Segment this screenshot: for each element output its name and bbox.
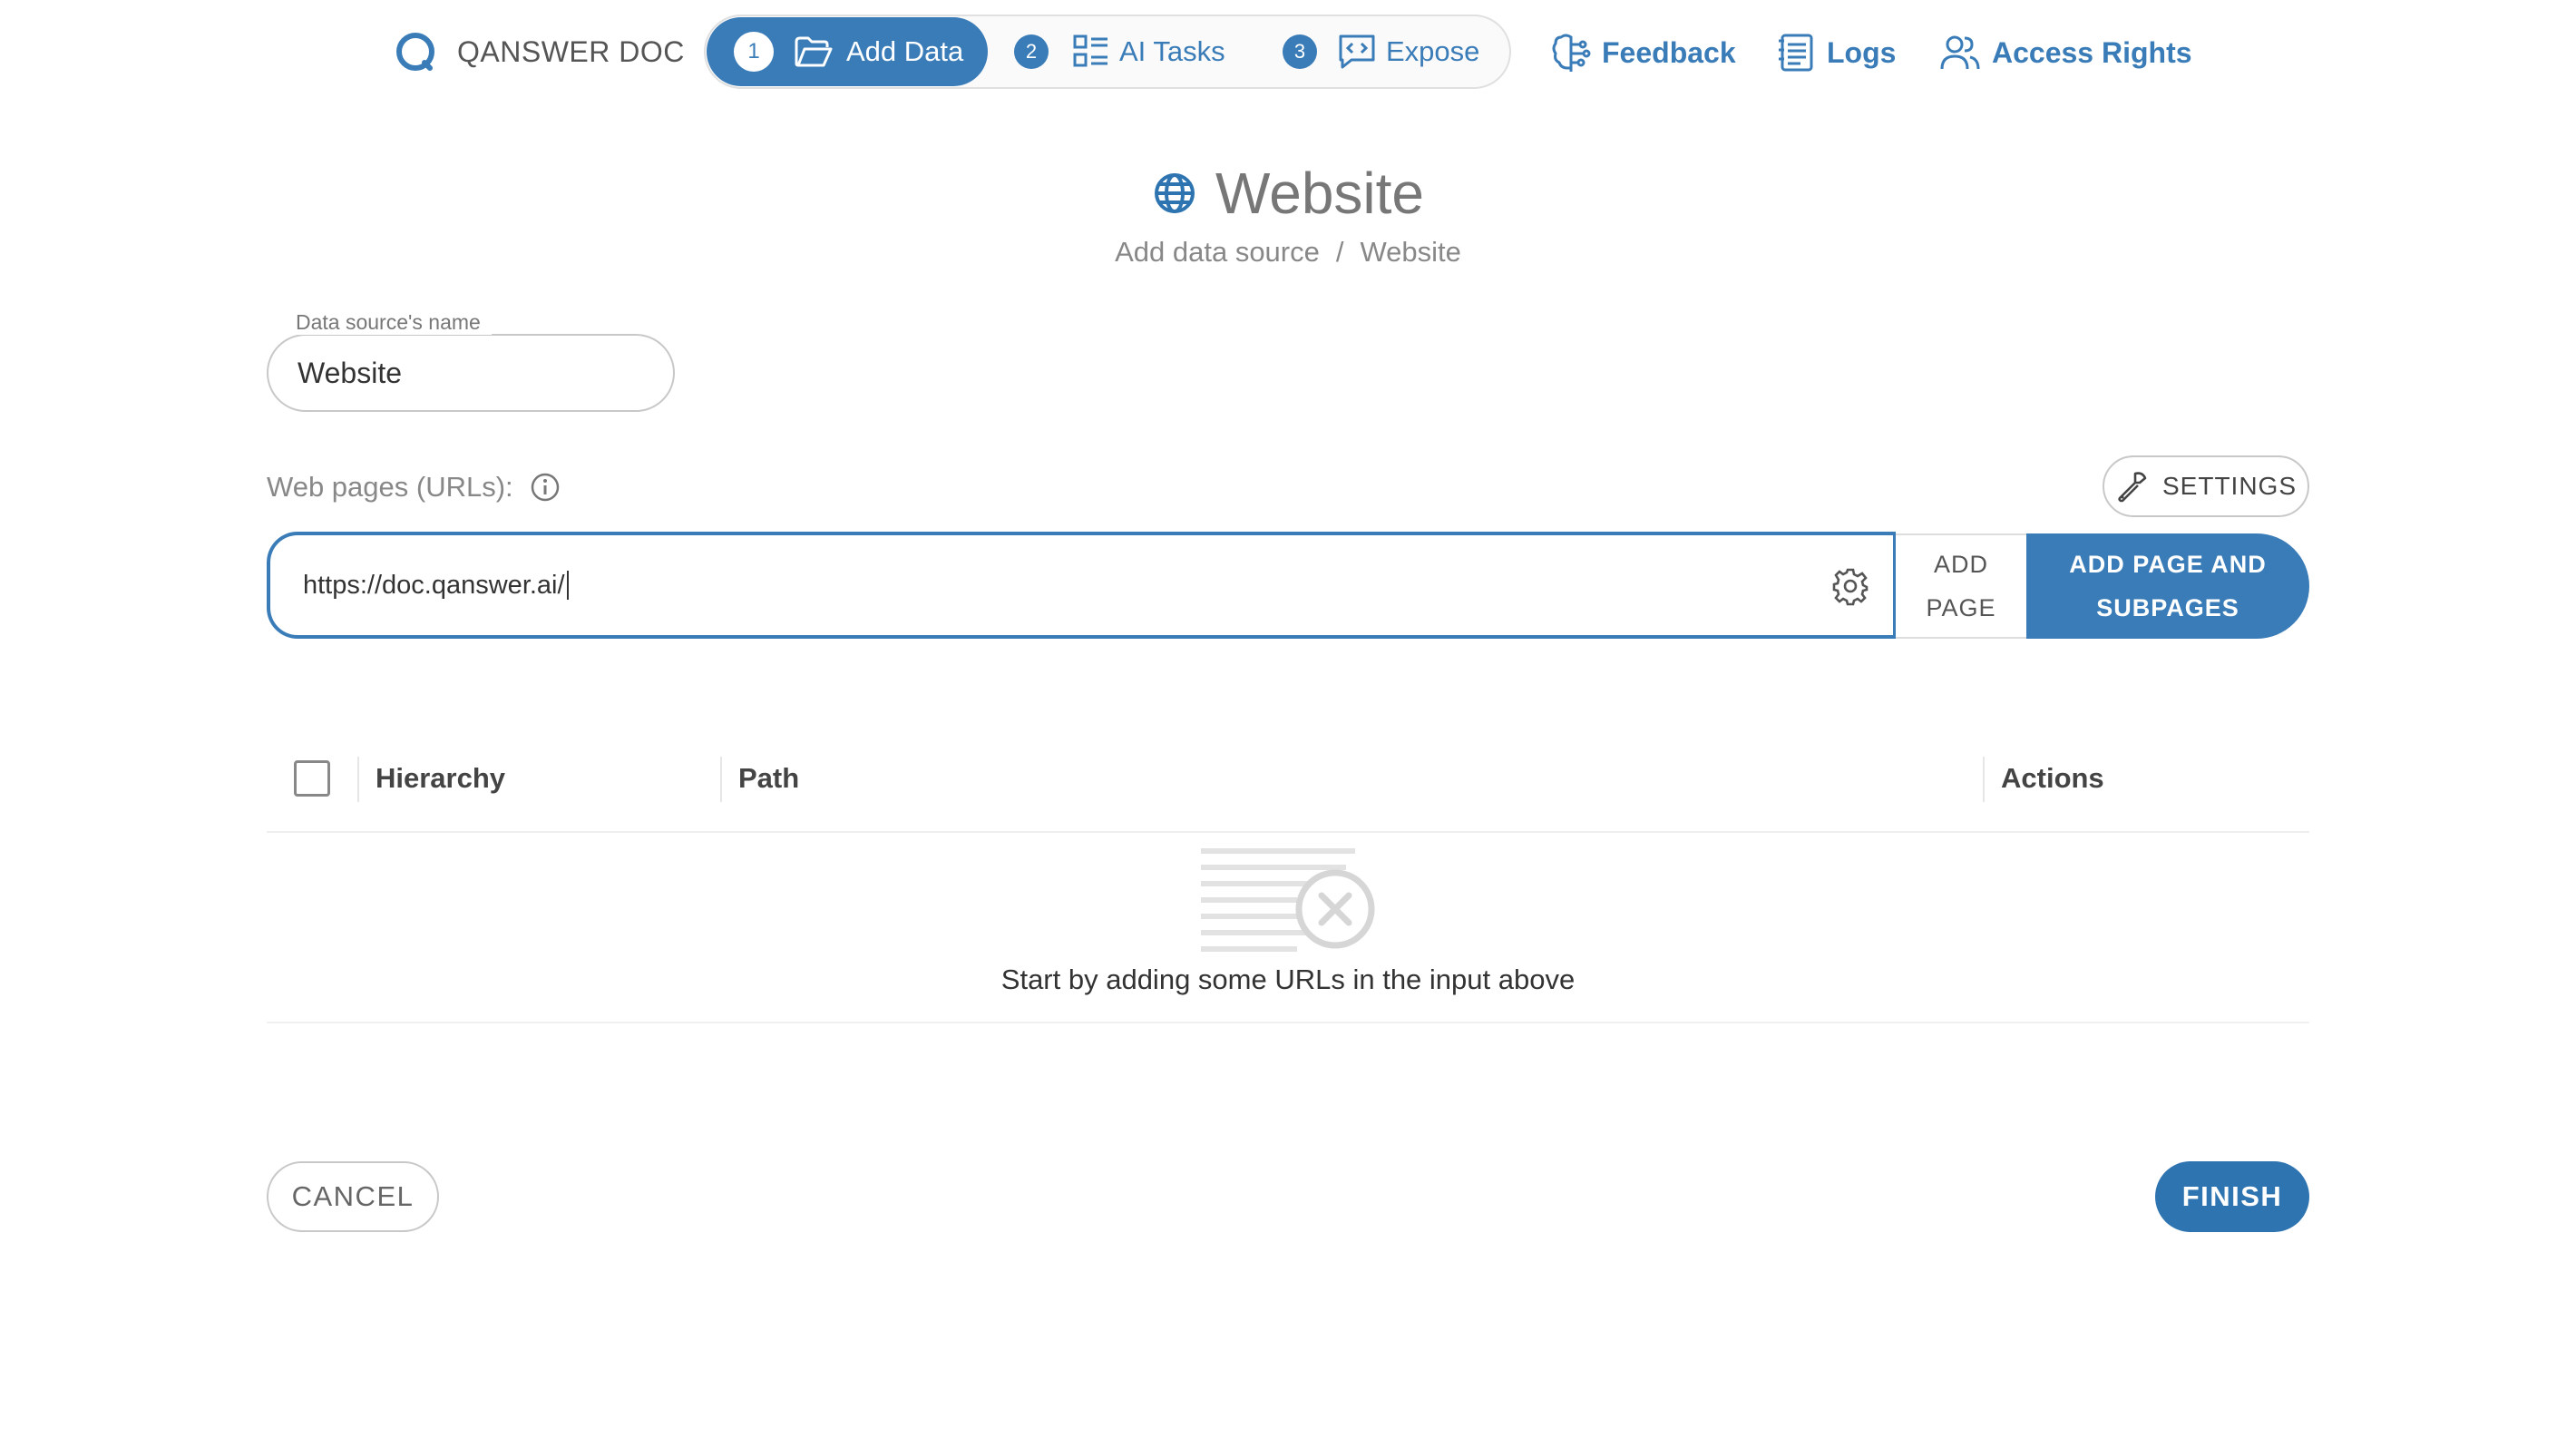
- column-divider: [357, 757, 359, 802]
- add-page-line-1: ADD: [1933, 551, 1988, 578]
- step-number: 3: [1283, 34, 1317, 69]
- add-page-text: ADD PAGE: [1926, 543, 1995, 630]
- add-sub-line-2: SUBPAGES: [2096, 594, 2239, 621]
- select-all-checkbox[interactable]: [294, 760, 330, 797]
- breadcrumb: Add data source / Website: [0, 236, 2576, 269]
- access-rights-link[interactable]: Access Rights: [1939, 27, 2192, 78]
- add-page-line-2: PAGE: [1926, 594, 1996, 621]
- feedback-link[interactable]: Feedback: [1551, 27, 1736, 78]
- globe-icon: [1152, 171, 1197, 216]
- page-title: Website: [1215, 161, 1425, 226]
- step-ai-tasks[interactable]: 2 AI Tasks: [1014, 17, 1225, 86]
- brand-name: QANSWER DOC: [457, 34, 685, 68]
- info-icon[interactable]: [530, 472, 561, 503]
- step-navigation: 1 Add Data 2 AI Tasks 3 Expose: [704, 15, 1511, 89]
- breadcrumb-current: Website: [1360, 236, 1461, 268]
- data-source-name-label: Data source's name: [285, 310, 492, 335]
- column-actions: Actions: [2001, 762, 2104, 794]
- column-hierarchy[interactable]: Hierarchy: [376, 760, 505, 797]
- access-rights-label: Access Rights: [1992, 35, 2192, 69]
- step-expose[interactable]: 3 Expose: [1283, 17, 1479, 86]
- step-number: 2: [1014, 34, 1049, 69]
- add-page-and-subpages-button[interactable]: ADD PAGE AND SUBPAGES: [2026, 533, 2309, 639]
- page-header: Website: [0, 160, 2576, 227]
- add-sub-text: ADD PAGE AND SUBPAGES: [2069, 543, 2267, 630]
- list-grid-icon: [1072, 33, 1110, 71]
- folder-open-icon: [794, 34, 834, 69]
- users-icon: [1939, 33, 1981, 73]
- logs-link[interactable]: Logs: [1778, 27, 1896, 78]
- column-path[interactable]: Path: [738, 760, 799, 797]
- table-header: Hierarchy Path Actions: [267, 744, 2309, 833]
- column-divider: [1983, 757, 1985, 802]
- text-caret: [566, 571, 569, 600]
- step-number: 1: [734, 32, 774, 72]
- step-label: Expose: [1386, 35, 1480, 67]
- brain-icon: [1551, 32, 1591, 73]
- step-label: AI Tasks: [1119, 35, 1225, 67]
- empty-state-message: Start by adding some URLs in the input a…: [1000, 964, 1576, 995]
- data-source-name-input[interactable]: Website: [267, 334, 675, 412]
- gear-icon[interactable]: [1830, 566, 1870, 606]
- code-chat-icon: [1337, 33, 1377, 71]
- add-sub-line-1: ADD PAGE AND: [2069, 551, 2267, 578]
- settings-button[interactable]: SETTINGS: [2103, 455, 2309, 517]
- brand[interactable]: QANSWER DOC: [394, 27, 685, 76]
- step-label: Add Data: [846, 35, 964, 67]
- url-input-value: https://doc.qanswer.ai/: [303, 570, 565, 600]
- breadcrumb-add-data-source[interactable]: Add data source: [1115, 236, 1320, 269]
- web-pages-label: Web pages (URLs):: [267, 471, 513, 503]
- wrench-icon: [2115, 470, 2148, 503]
- breadcrumb-separator: /: [1335, 236, 1344, 268]
- cancel-button[interactable]: CANCEL: [267, 1161, 439, 1232]
- empty-list-icon: [1199, 847, 1377, 953]
- log-list-icon: [1778, 32, 1816, 73]
- logs-label: Logs: [1827, 35, 1897, 69]
- column-divider: [720, 757, 722, 802]
- web-pages-label-row: Web pages (URLs):: [267, 467, 561, 507]
- finish-button[interactable]: FINISH: [2155, 1161, 2309, 1232]
- qanswer-logo-icon: [396, 33, 434, 71]
- feedback-label: Feedback: [1602, 35, 1736, 69]
- url-input[interactable]: https://doc.qanswer.ai/: [267, 532, 1896, 639]
- settings-label: SETTINGS: [2161, 472, 2297, 500]
- data-source-name-value: Website: [298, 356, 403, 389]
- add-page-button[interactable]: ADD PAGE: [1896, 533, 2026, 639]
- step-add-data[interactable]: 1 Add Data: [707, 17, 988, 86]
